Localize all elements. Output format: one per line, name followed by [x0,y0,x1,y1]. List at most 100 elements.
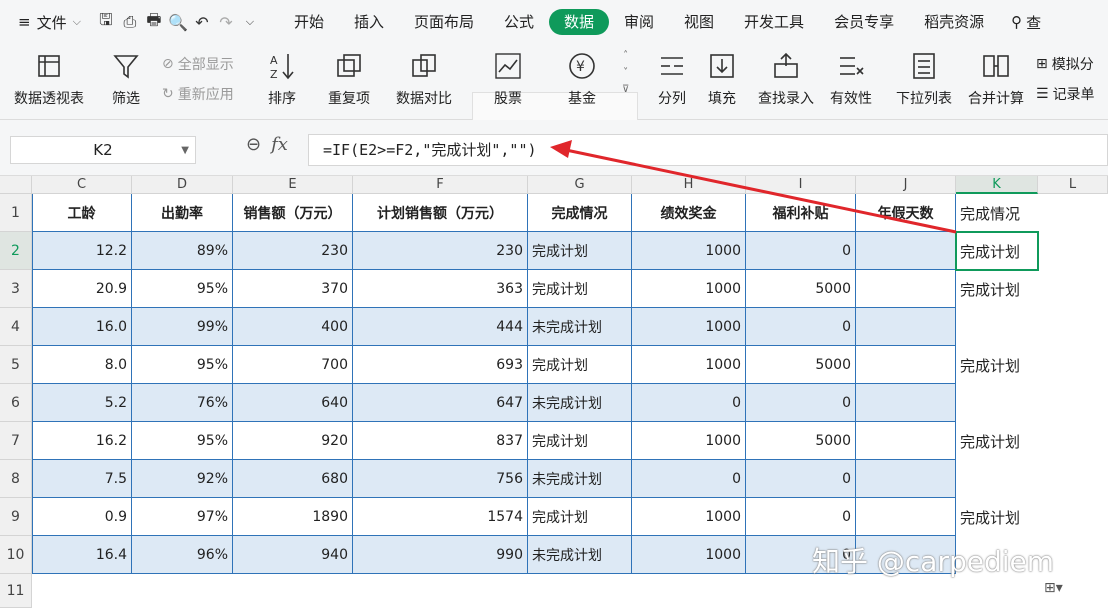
table-cell[interactable]: 1000 [632,498,746,536]
table-cell[interactable]: 1000 [632,232,746,270]
validity-button[interactable]: 有效性 [830,50,872,108]
reapply-button[interactable]: ↻ 重新应用 [162,84,234,104]
row-header-4[interactable]: 4 [0,308,32,346]
table-cell[interactable]: 370 [233,270,353,308]
table-cell[interactable]: 未完成计划 [528,536,632,574]
print-icon[interactable]: 🖶 [143,10,165,33]
table-cell[interactable]: 92% [132,460,233,498]
column-header-E[interactable]: E [233,176,353,194]
table-cell[interactable]: 756 [353,460,528,498]
table-cell[interactable] [856,346,956,384]
table-cell[interactable]: 647 [353,384,528,422]
k-result-cell[interactable] [956,460,1038,498]
table-cell[interactable]: 未完成计划 [528,308,632,346]
table-header-cell[interactable]: 销售额（万元） [233,194,353,232]
table-cell[interactable]: 5000 [746,270,856,308]
name-box[interactable]: K2 ▼ [10,136,196,164]
table-cell[interactable]: 99% [132,308,233,346]
table-cell[interactable]: 640 [233,384,353,422]
table-header-cell[interactable]: 福利补贴 [746,194,856,232]
column-header-K[interactable]: K [956,176,1038,194]
table-cell[interactable]: 1000 [632,422,746,460]
tab-1[interactable]: 插入 [339,9,399,35]
dropdown-list-button[interactable]: 下拉列表 [896,50,952,108]
table-cell[interactable] [856,384,956,422]
table-cell[interactable]: 76% [132,384,233,422]
table-cell[interactable]: 0 [746,232,856,270]
split-column-button[interactable]: 分列 [656,50,688,108]
table-cell[interactable]: 400 [233,308,353,346]
duplicates-button[interactable]: 重复项 [328,50,370,108]
more-icon[interactable]: ⌵ [239,11,261,33]
table-cell[interactable]: 95% [132,346,233,384]
select-all-corner[interactable] [0,176,32,194]
table-cell[interactable]: 0 [746,498,856,536]
table-cell[interactable]: 89% [132,232,233,270]
k-result-cell[interactable]: 完成计划 [956,346,1038,384]
table-header-cell[interactable]: 年假天数 [856,194,956,232]
row-header-8[interactable]: 8 [0,460,32,498]
row-header-2[interactable]: 2 [0,232,32,270]
print-preview-icon[interactable]: 🔍 [167,11,189,33]
tab-5[interactable]: 审阅 [609,9,669,35]
column-header-G[interactable]: G [528,176,632,194]
table-cell[interactable]: 完成计划 [528,346,632,384]
undo-icon[interactable]: ↶ [191,11,213,33]
table-cell[interactable]: 95% [132,422,233,460]
row-header-1[interactable]: 1 [0,194,32,232]
table-cell[interactable]: 680 [233,460,353,498]
filter-button[interactable]: 筛选 [110,50,142,108]
funds-button[interactable]: ¥ 基金 [566,50,598,108]
table-cell[interactable] [856,460,956,498]
table-cell[interactable] [856,232,956,270]
table-cell[interactable]: 700 [233,346,353,384]
table-cell[interactable]: 0.9 [32,498,132,536]
table-cell[interactable]: 1000 [632,270,746,308]
table-cell[interactable]: 0 [632,384,746,422]
fx-icon[interactable]: fx [271,134,288,155]
table-cell[interactable]: 693 [353,346,528,384]
table-cell[interactable]: 230 [233,232,353,270]
table-cell[interactable] [856,308,956,346]
table-cell[interactable]: 5.2 [32,384,132,422]
tab-4[interactable]: 数据 [549,9,610,35]
tab-0[interactable]: 开始 [279,9,339,35]
table-cell[interactable]: 96% [132,536,233,574]
column-header-H[interactable]: H [632,176,746,194]
row-header-10[interactable]: 10 [0,536,32,574]
table-cell[interactable]: 16.2 [32,422,132,460]
gallery-scroll[interactable]: ˄ ˅ ⊽ [622,50,629,95]
tab-6[interactable]: 视图 [669,9,729,35]
k-result-cell[interactable]: 完成计划 [956,270,1038,308]
row-header-9[interactable]: 9 [0,498,32,536]
table-cell[interactable] [856,422,956,460]
k-result-cell[interactable] [956,308,1038,346]
lookup-entry-button[interactable]: 查找录入 [758,50,814,108]
table-cell[interactable]: 7.5 [32,460,132,498]
k-header-cell[interactable]: 完成情况 [956,194,1038,232]
tab-8[interactable]: 会员专享 [819,9,909,35]
k-result-cell[interactable] [956,384,1038,422]
table-cell[interactable]: 完成计划 [528,422,632,460]
table-cell[interactable]: 完成计划 [528,232,632,270]
chevron-down-icon[interactable]: ˅ [623,67,628,78]
row-header-11[interactable]: 11 [0,574,32,608]
column-header-L[interactable]: L [1038,176,1108,194]
table-cell[interactable] [856,498,956,536]
table-cell[interactable]: 1890 [233,498,353,536]
table-cell[interactable]: 920 [233,422,353,460]
table-cell[interactable] [856,270,956,308]
tab-7[interactable]: 开发工具 [729,9,819,35]
row-header-3[interactable]: 3 [0,270,32,308]
stocks-button[interactable]: 股票 [492,50,524,108]
table-header-cell[interactable]: 工龄 [32,194,132,232]
formula-input[interactable]: =IF(E2>=F2,"完成计划","") [308,134,1108,166]
table-cell[interactable]: 940 [233,536,353,574]
tab-3[interactable]: 公式 [489,9,549,35]
export-pdf-icon[interactable]: ⎙ [119,11,141,33]
tab-9[interactable]: 稻壳资源 [909,9,999,35]
column-header-J[interactable]: J [856,176,956,194]
table-cell[interactable]: 8.0 [32,346,132,384]
table-cell[interactable]: 837 [353,422,528,460]
table-cell[interactable]: 0 [746,308,856,346]
